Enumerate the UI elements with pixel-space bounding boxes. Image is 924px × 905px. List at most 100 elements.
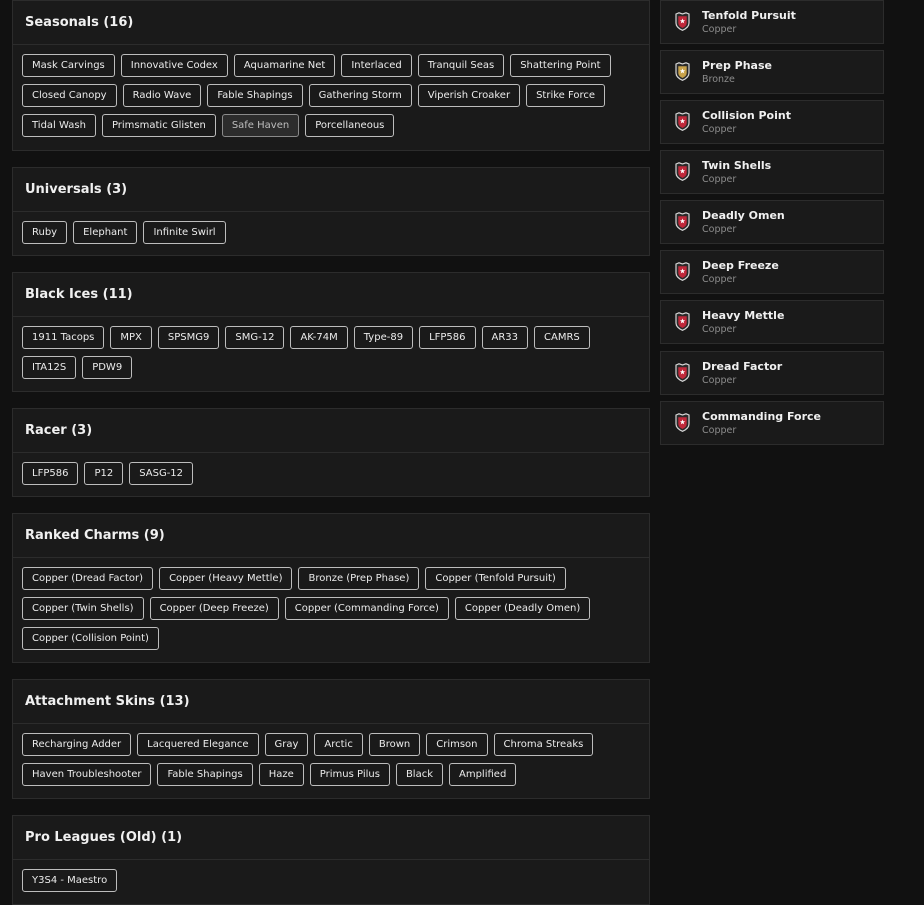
copper-charm-icon (674, 413, 691, 432)
item-chip[interactable]: Innovative Codex (120, 54, 228, 77)
item-chip[interactable]: Interlaced (341, 54, 412, 77)
bronze-charm-icon (674, 62, 691, 81)
item-chip[interactable]: Copper (Deadly Omen) (454, 597, 591, 620)
item-chip[interactable]: Recharging Adder (22, 733, 132, 756)
item-chip[interactable]: Amplified (449, 763, 517, 786)
section-header: Black Ices (11) (13, 273, 649, 317)
item-chip[interactable]: Viperish Croaker (417, 84, 521, 107)
section-header: Ranked Charms (9) (13, 514, 649, 558)
charm-card[interactable]: Deep Freeze Copper (660, 250, 884, 294)
item-chip[interactable]: Y3S4 - Maestro (22, 869, 118, 892)
item-chip[interactable]: Primsmatic Glisten (101, 114, 216, 137)
item-chip[interactable]: CAMRS (534, 326, 590, 349)
section-pro-leagues: Pro Leagues (Old) (1) Y3S4 - Maestro (12, 815, 650, 905)
charm-tier: Copper (702, 124, 737, 135)
item-chip[interactable]: P12 (84, 462, 124, 485)
charm-tier: Bronze (702, 74, 735, 85)
item-chip[interactable]: Gathering Storm (308, 84, 412, 107)
chip-list: LFP586 P12 SASG-12 (13, 453, 649, 492)
item-chip[interactable]: Tranquil Seas (417, 54, 505, 77)
item-chip[interactable]: Shattering Point (510, 54, 611, 77)
section-universals: Universals (3) Ruby Elephant Infinite Swir… (12, 167, 650, 256)
section-title: Attachment Skins (13) (25, 694, 190, 709)
item-chip[interactable]: Copper (Commanding Force) (284, 597, 449, 620)
charm-name: Deep Freeze (702, 259, 779, 272)
charm-tier: Copper (702, 425, 737, 436)
charm-tier: Copper (702, 274, 737, 285)
item-chip[interactable]: Fable Shapings (157, 763, 253, 786)
item-chip[interactable]: Fable Shapings (207, 84, 303, 107)
item-chip[interactable]: Copper (Dread Factor) (22, 567, 154, 590)
copper-charm-icon (674, 112, 691, 131)
item-chip[interactable]: Radio Wave (122, 84, 202, 107)
item-chip[interactable]: Porcellaneous (305, 114, 395, 137)
item-chip[interactable]: Ruby (22, 221, 68, 244)
charm-card[interactable]: Heavy Mettle Copper (660, 300, 884, 344)
item-chip[interactable]: Bronze (Prep Phase) (298, 567, 420, 590)
item-chip[interactable]: Mask Carvings (22, 54, 115, 77)
copper-charm-icon (674, 363, 691, 382)
chip-list: Ruby Elephant Infinite Swirl (13, 212, 649, 251)
item-chip[interactable]: Copper (Deep Freeze) (149, 597, 279, 620)
item-chip[interactable]: SMG-12 (225, 326, 285, 349)
section-title: Racer (3) (25, 423, 93, 438)
item-chip[interactable]: SPSMG9 (157, 326, 220, 349)
chip-list: Mask Carvings Innovative Codex Aquamarine … (13, 45, 649, 144)
charm-card[interactable]: Tenfold Pursuit Copper (660, 0, 884, 44)
item-chip[interactable]: Crimson (426, 733, 488, 756)
item-chip[interactable]: LFP586 (419, 326, 476, 349)
charm-card[interactable]: Prep Phase Bronze (660, 50, 884, 94)
copper-charm-icon (674, 262, 691, 281)
item-chip[interactable]: Lacquered Elegance (137, 733, 259, 756)
charm-card[interactable]: Deadly Omen Copper (660, 200, 884, 244)
section-header: Seasonals (16) (13, 1, 649, 45)
section-black-ices: Black Ices (11) 1911 Tacops MPX SPSMG9 SMG-… (12, 272, 650, 392)
chip-list: Recharging Adder Lacquered Elegance Gray Ar… (13, 724, 649, 793)
charm-name: Heavy Mettle (702, 309, 785, 322)
charm-tier: Copper (702, 224, 737, 235)
item-chip[interactable]: Brown (368, 733, 421, 756)
item-chip[interactable]: Gray (264, 733, 309, 756)
item-chip[interactable]: ITA12S (22, 356, 77, 379)
item-chip[interactable]: Type-89 (353, 326, 414, 349)
item-chip[interactable]: Black (395, 763, 443, 786)
charm-card[interactable]: Collision Point Copper (660, 100, 884, 144)
item-chip[interactable]: SASG-12 (129, 462, 194, 485)
item-chip[interactable]: 1911 Tacops (22, 326, 105, 349)
item-chip[interactable]: Arctic (314, 733, 363, 756)
item-chip[interactable]: Haven Troubleshooter (22, 763, 152, 786)
item-chip[interactable]: Chroma Streaks (493, 733, 594, 756)
charm-tier: Copper (702, 24, 737, 35)
item-chip[interactable]: LFP586 (22, 462, 79, 485)
item-chip[interactable]: Primus Pilus (309, 763, 390, 786)
item-chip[interactable]: Haze (258, 763, 304, 786)
section-header: Pro Leagues (Old) (1) (13, 816, 649, 860)
charm-card[interactable]: Dread Factor Copper (660, 351, 884, 395)
item-chip[interactable]: PDW9 (82, 356, 133, 379)
item-chip[interactable]: Aquamarine Net (233, 54, 336, 77)
charm-card[interactable]: Twin Shells Copper (660, 150, 884, 194)
item-chip[interactable]: Copper (Heavy Mettle) (159, 567, 293, 590)
section-ranked-charms: Ranked Charms (9) Copper (Dread Factor) C… (12, 513, 650, 663)
chip-list: 1911 Tacops MPX SPSMG9 SMG-12 AK-74M Type-89 L… (13, 317, 649, 386)
item-chip[interactable]: AR33 (481, 326, 529, 349)
chip-list: Y3S4 - Maestro (13, 860, 649, 899)
charm-name: Twin Shells (702, 159, 772, 172)
charm-card[interactable]: Commanding Force Copper (660, 401, 884, 445)
charm-name: Deadly Omen (702, 209, 785, 222)
item-chip[interactable]: Safe Haven (221, 114, 300, 137)
item-chip[interactable]: Copper (Collision Point) (22, 627, 159, 650)
item-chip[interactable]: Copper (Twin Shells) (22, 597, 144, 620)
item-chip[interactable]: Closed Canopy (22, 84, 117, 107)
charm-tier: Copper (702, 174, 737, 185)
item-chip[interactable]: Elephant (73, 221, 138, 244)
section-title: Pro Leagues (Old) (1) (25, 830, 183, 845)
item-chip[interactable]: AK-74M (290, 326, 348, 349)
item-chip[interactable]: Copper (Tenfold Pursuit) (425, 567, 566, 590)
charm-name: Dread Factor (702, 360, 783, 373)
copper-charm-icon (674, 312, 691, 331)
item-chip[interactable]: MPX (110, 326, 152, 349)
item-chip[interactable]: Infinite Swirl (143, 221, 226, 244)
item-chip[interactable]: Tidal Wash (22, 114, 96, 137)
item-chip[interactable]: Strike Force (526, 84, 606, 107)
